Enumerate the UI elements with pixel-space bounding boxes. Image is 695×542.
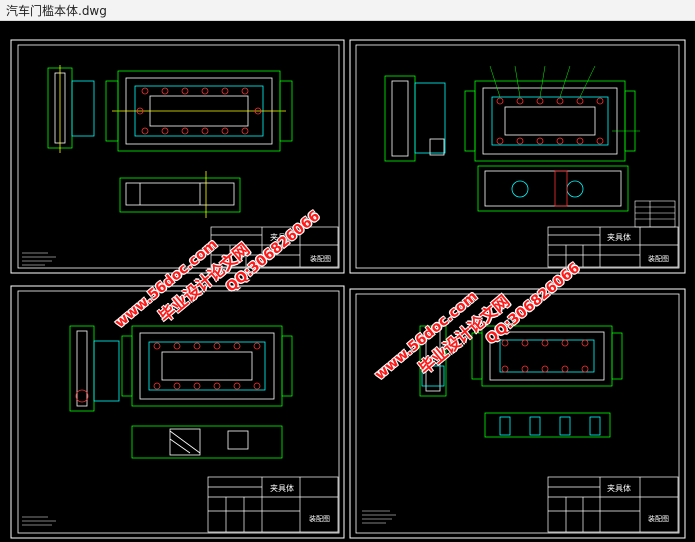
title-block-3-name: 夹具体: [270, 483, 294, 493]
balloon-leaders: [489, 65, 640, 132]
window-title: 汽车门槛本体.dwg: [6, 4, 107, 18]
title-block-2-name: 夹具体: [607, 232, 631, 242]
side-view: [69, 325, 120, 412]
plan-view-clamps: [501, 339, 589, 373]
front-view: [131, 425, 283, 459]
notes-4: [362, 510, 396, 524]
plan-view-clamps: [153, 342, 261, 390]
front-view: [484, 412, 611, 438]
plan-view: [464, 80, 636, 162]
title-block-4-label: 装配图: [648, 514, 669, 523]
plan-view-clamps: [496, 97, 604, 145]
front-view: [477, 165, 629, 212]
cad-viewport[interactable]: 夹具体 装配图 夹具体 装配图 夹具体 装配图 夹具体 装配图 www.56do…: [0, 21, 695, 542]
title-block-1-label: 装配图: [310, 254, 331, 263]
notes-3: [22, 516, 56, 526]
cad-drawing-canvas: 夹具体 装配图 夹具体 装配图 夹具体 装配图 夹具体 装配图: [10, 39, 686, 539]
side-view: [384, 75, 446, 162]
title-block-2-label: 装配图: [648, 254, 669, 263]
parts-list-2: [634, 200, 676, 228]
title-block-4-name: 夹具体: [607, 483, 631, 493]
front-view: [119, 171, 241, 218]
plan-view: [105, 70, 293, 152]
window-titlebar: 汽车门槛本体.dwg: [0, 0, 695, 21]
side-view: [47, 65, 95, 153]
drawing-sheet-2[interactable]: 夹具体 装配图: [349, 39, 686, 274]
notes-1: [22, 252, 56, 266]
title-block-3-label: 装配图: [309, 514, 330, 523]
